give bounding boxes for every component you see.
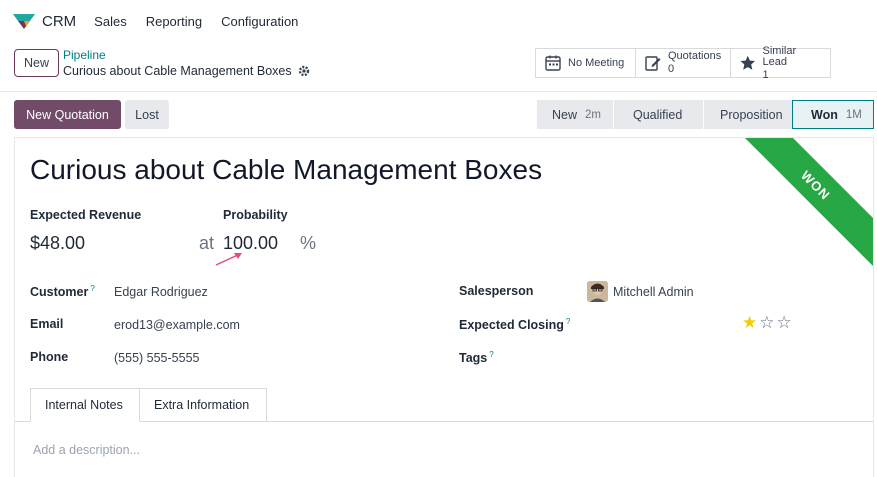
customer-label: Customer?	[30, 284, 95, 299]
won-ribbon: WON	[722, 138, 873, 279]
nav-reporting[interactable]: Reporting	[146, 14, 202, 29]
expected-closing-help-icon[interactable]: ?	[566, 317, 570, 326]
tab-internal-notes[interactable]: Internal Notes	[30, 388, 140, 422]
no-meeting-label: No Meeting	[568, 56, 625, 69]
tags-label: Tags?	[459, 350, 494, 365]
app-logo[interactable]: CRM	[12, 12, 76, 30]
calendar-icon	[545, 55, 561, 71]
top-navbar: CRM Sales Reporting Configuration	[0, 0, 877, 42]
percent-sign: %	[300, 233, 317, 253]
nav-configuration[interactable]: Configuration	[221, 14, 298, 29]
expected-revenue-label: Expected Revenue	[30, 208, 142, 222]
customer-help-icon[interactable]: ?	[90, 284, 94, 293]
customer-value[interactable]: Edgar Rodriguez	[114, 285, 208, 299]
no-meeting-button[interactable]: No Meeting	[535, 48, 636, 78]
edit-document-icon	[645, 56, 661, 71]
probability-label: Probability	[223, 208, 288, 222]
stage-new-label: New	[552, 107, 578, 122]
lost-button[interactable]: Lost	[125, 100, 169, 129]
stage-won-count: 1M	[845, 108, 862, 121]
crm-logo-icon	[13, 14, 35, 29]
tab-extra-information[interactable]: Extra Information	[140, 388, 267, 422]
expected-closing-label-text: Expected Closing	[459, 318, 564, 333]
description-input[interactable]: Add a description...	[33, 443, 140, 457]
tags-help-icon[interactable]: ?	[489, 350, 493, 359]
phone-value[interactable]: (555) 555-5555	[114, 351, 199, 365]
priority-star-icon[interactable]: ☆	[759, 314, 774, 331]
no-meeting-text: No Meeting	[568, 56, 625, 69]
stage-statusbar: New 2m Qualified Proposition Won 1M	[537, 100, 874, 129]
customer-label-text: Customer	[30, 285, 89, 300]
similar-lead-count: 1	[762, 68, 769, 81]
salesperson-avatar	[587, 281, 608, 302]
breadcrumb-current: Curious about Cable Management Boxes	[63, 64, 310, 78]
stage-qualified[interactable]: Qualified	[614, 100, 703, 129]
priority-star-icon[interactable]: ★	[742, 314, 757, 331]
control-panel: New Pipeline Curious about Cable Managem…	[0, 42, 877, 92]
form-sheet: WON Curious about Cable Management Boxes…	[14, 137, 874, 477]
expected-revenue-value[interactable]: $48.00	[30, 233, 85, 254]
new-quotation-button[interactable]: New Quotation	[14, 100, 121, 129]
salesperson-value[interactable]: Mitchell Admin	[613, 285, 694, 299]
lead-title[interactable]: Curious about Cable Management Boxes	[30, 154, 542, 186]
similar-lead-label: Similar Lead	[762, 44, 797, 68]
stage-new[interactable]: New 2m	[537, 100, 613, 129]
stage-qualified-label: Qualified	[633, 107, 683, 122]
tags-label-text: Tags	[459, 351, 488, 366]
at-label: at	[199, 233, 215, 253]
avatar-icon	[587, 281, 608, 302]
quotations-label: Quotations	[668, 50, 722, 62]
new-button[interactable]: New	[14, 49, 59, 77]
gear-icon[interactable]	[298, 65, 310, 77]
breadcrumb-current-label: Curious about Cable Management Boxes	[63, 64, 292, 78]
quotations-text: Quotations 0	[668, 51, 721, 75]
stage-proposition[interactable]: Proposition	[704, 100, 792, 129]
phone-label: Phone	[30, 350, 69, 364]
stage-won-label: Won	[811, 107, 838, 122]
expected-closing-label: Expected Closing?	[459, 317, 570, 332]
stage-won[interactable]: Won 1M	[792, 100, 874, 129]
nav-sales[interactable]: Sales	[94, 14, 127, 29]
similar-lead-text: Similar Lead 1	[762, 44, 822, 81]
email-value[interactable]: erod13@example.com	[114, 318, 240, 332]
similar-lead-button[interactable]: Similar Lead 1	[730, 44, 831, 81]
quotations-count: 0	[668, 63, 675, 75]
priority-stars: ★ ☆ ☆	[742, 314, 794, 331]
star-icon	[740, 55, 756, 70]
stage-new-count: 2m	[585, 108, 601, 121]
annotation-arrow-icon	[215, 253, 242, 266]
priority-star-icon[interactable]: ☆	[777, 314, 792, 331]
app-name: CRM	[42, 12, 77, 30]
salesperson-label: Salesperson	[459, 284, 534, 298]
stage-proposition-label: Proposition	[720, 107, 783, 122]
breadcrumb-pipeline[interactable]: Pipeline	[63, 48, 106, 62]
email-label: Email	[30, 317, 64, 331]
quotations-button[interactable]: Quotations 0	[635, 48, 731, 78]
notebook-tabs: Internal Notes Extra Information	[30, 388, 267, 422]
